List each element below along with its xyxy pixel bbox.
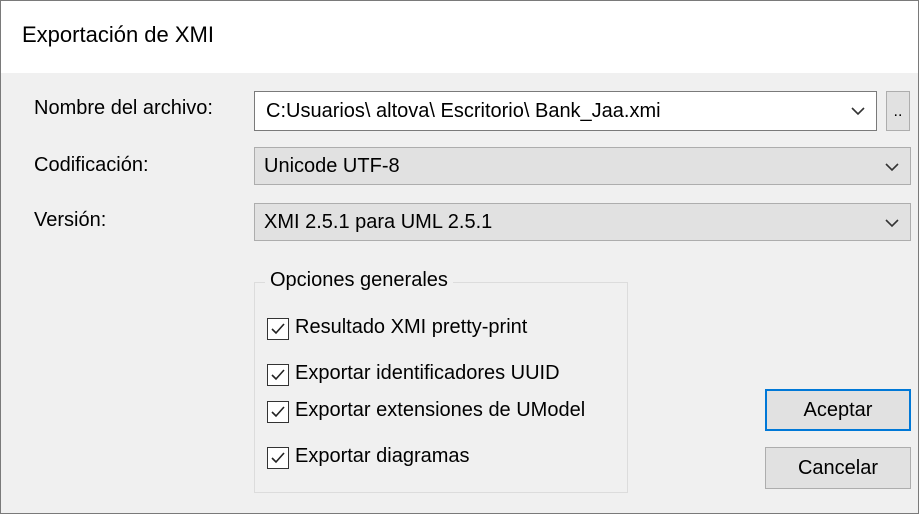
version-select[interactable]: XMI 2.5.1 para UML 2.5.1 [254, 203, 911, 241]
xmi-export-dialog: Exportación de XMI Nombre del archivo: C… [0, 0, 919, 514]
chevron-down-icon [883, 160, 901, 174]
dialog-title: Exportación de XMI [22, 22, 214, 47]
chevron-down-icon [883, 216, 901, 230]
encoding-select[interactable]: Unicode UTF-8 [254, 147, 911, 185]
checkmark-icon [271, 369, 285, 381]
export-uuid-checkbox[interactable] [267, 364, 289, 386]
browse-button[interactable]: .. [886, 91, 910, 131]
export-uuid-label[interactable]: Exportar identificadores UUID [295, 362, 560, 385]
title-bar: Exportación de XMI [1, 1, 918, 73]
encoding-value: Unicode UTF-8 [264, 155, 400, 177]
filename-label: Nombre del archivo: [34, 97, 213, 119]
filename-input[interactable]: C:Usuarios\ altova\ Escritorio\ Bank_Jaa… [266, 100, 661, 123]
export-diagrams-label[interactable]: Exportar diagramas [295, 445, 470, 468]
checkmark-icon [271, 406, 285, 418]
export-extensions-label[interactable]: Exportar extensiones de UModel [295, 399, 585, 422]
version-label: Versión: [34, 209, 107, 231]
filename-combobox[interactable]: C:Usuarios\ altova\ Escritorio\ Bank_Jaa… [254, 91, 877, 131]
pretty-print-checkbox[interactable] [267, 318, 289, 340]
version-value: XMI 2.5.1 para UML 2.5.1 [264, 211, 493, 233]
chevron-down-icon[interactable] [849, 104, 867, 118]
checkmark-icon [271, 323, 285, 335]
encoding-label: Codificación: [34, 154, 149, 176]
cancel-button[interactable]: Cancelar [765, 447, 911, 489]
general-options-title: Opciones generales [265, 269, 453, 292]
checkmark-icon [271, 452, 285, 464]
export-diagrams-checkbox[interactable] [267, 447, 289, 469]
export-extensions-checkbox[interactable] [267, 401, 289, 423]
pretty-print-label[interactable]: Resultado XMI pretty-print [295, 316, 527, 339]
ok-button[interactable]: Aceptar [765, 389, 911, 431]
